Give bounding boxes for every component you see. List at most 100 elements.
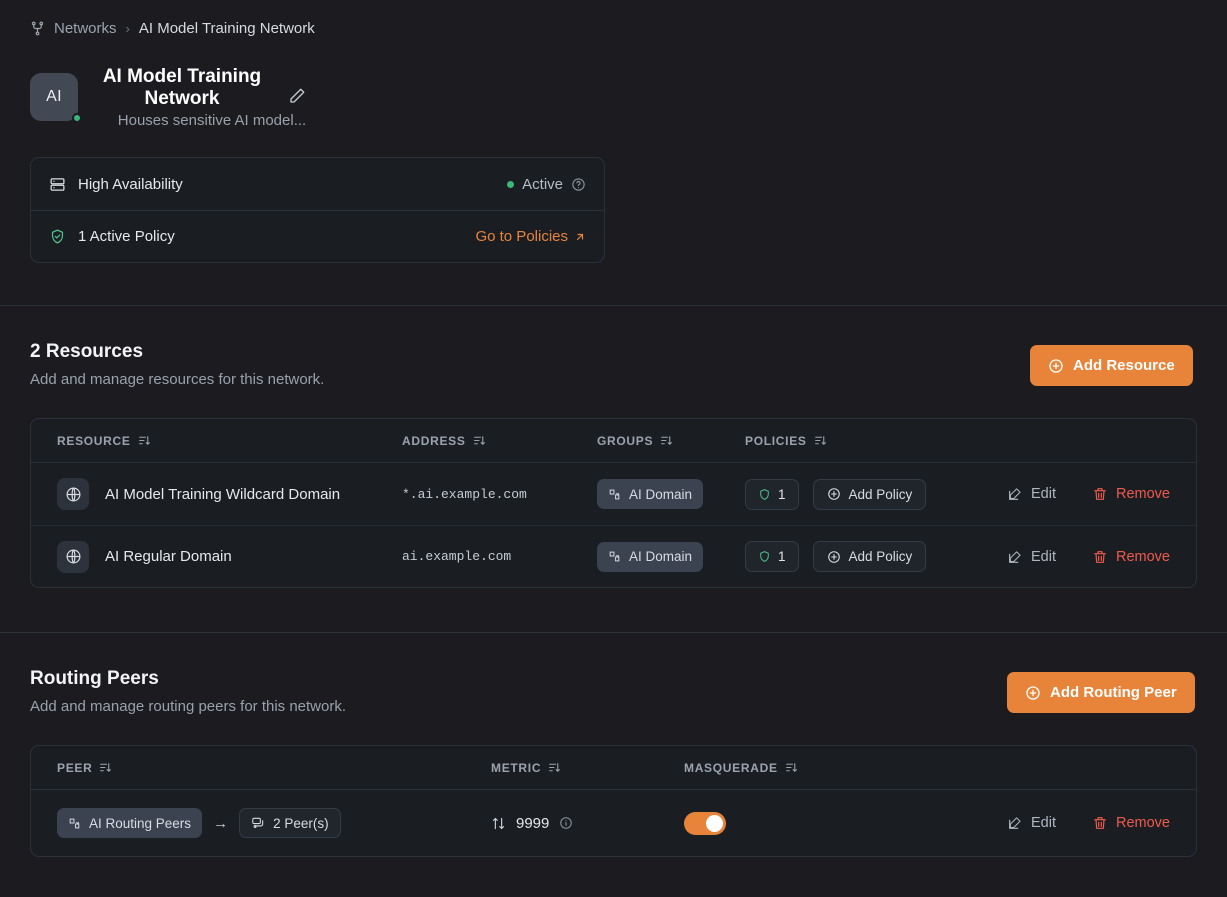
add-policy-button[interactable]: Add Policy <box>813 479 927 510</box>
table-row[interactable]: AI Routing Peers → 2 Peer(s) <box>31 790 1196 856</box>
column-address-label: ADDRESS <box>402 434 466 448</box>
resources-subtitle: Add and manage resources for this networ… <box>30 371 324 388</box>
resource-name: AI Regular Domain <box>105 548 232 565</box>
edit-label: Edit <box>1031 549 1056 565</box>
policy-count-badge[interactable]: 1 <box>745 541 799 572</box>
page-title: AI Model Training Network <box>92 66 272 110</box>
globe-icon <box>57 541 89 573</box>
table-row[interactable]: AI Model Training Wildcard Domain *.ai.e… <box>31 463 1196 525</box>
remove-label: Remove <box>1116 815 1170 831</box>
group-icon <box>608 488 621 501</box>
column-masquerade[interactable]: MASQUERADE <box>684 761 798 775</box>
go-to-policies-link[interactable]: Go to Policies <box>475 228 586 245</box>
high-availability-label: High Availability <box>78 176 183 193</box>
go-to-policies-label: Go to Policies <box>475 228 568 245</box>
divider-top <box>0 305 1227 306</box>
network-fork-icon <box>30 21 45 36</box>
routing-peers-table: PEER METRIC MASQUERADE <box>30 745 1197 857</box>
column-policies[interactable]: POLICIES <box>745 434 827 448</box>
table-row[interactable]: AI Regular Domain ai.example.com AI Doma… <box>31 525 1196 587</box>
peer-group-chip[interactable]: AI Routing Peers <box>57 808 202 838</box>
sort-desc-icon <box>99 761 112 774</box>
edit-label: Edit <box>1031 815 1056 831</box>
active-status-text: Active <box>522 176 563 193</box>
arrow-right-icon: → <box>213 815 228 832</box>
column-groups[interactable]: GROUPS <box>597 434 745 448</box>
column-metric[interactable]: METRIC <box>491 761 684 775</box>
remove-resource-button[interactable]: Remove <box>1092 486 1170 502</box>
group-chip[interactable]: AI Domain <box>597 479 703 509</box>
active-status-dot <box>507 181 514 188</box>
remove-routing-peer-button[interactable]: Remove <box>1092 815 1170 831</box>
info-circle-icon[interactable] <box>559 816 573 830</box>
column-masquerade-label: MASQUERADE <box>684 761 778 775</box>
arrow-up-right-icon <box>574 231 586 243</box>
resources-title: 2 Resources <box>30 341 324 363</box>
add-policy-label: Add Policy <box>849 549 913 564</box>
policy-count-badge[interactable]: 1 <box>745 479 799 510</box>
resource-address: *.ai.example.com <box>402 487 527 502</box>
pencil-icon[interactable] <box>288 87 306 105</box>
trash-icon <box>1092 486 1108 502</box>
sort-desc-icon <box>548 761 561 774</box>
resource-address: ai.example.com <box>402 549 511 564</box>
resources-table-header: RESOURCE ADDRESS GROUPS <box>31 419 1196 463</box>
column-peer[interactable]: PEER <box>57 761 491 775</box>
add-policy-button[interactable]: Add Policy <box>813 541 927 572</box>
routing-peers-subtitle: Add and manage routing peers for this ne… <box>30 698 346 715</box>
routing-peers-section-header: Routing Peers Add and manage routing pee… <box>30 668 346 715</box>
peer-count-chip[interactable]: 2 Peer(s) <box>239 808 341 838</box>
globe-icon <box>57 478 89 510</box>
plus-circle-icon <box>1025 685 1041 701</box>
network-description: Houses sensitive AI model... <box>92 112 332 129</box>
active-policy-label: 1 Active Policy <box>78 228 175 245</box>
column-peer-label: PEER <box>57 761 92 775</box>
breadcrumb-link-networks[interactable]: Networks <box>54 20 117 37</box>
column-resource[interactable]: RESOURCE <box>57 434 402 448</box>
high-availability-row: High Availability Active <box>31 158 604 210</box>
group-chip[interactable]: AI Domain <box>597 542 703 572</box>
remove-label: Remove <box>1116 486 1170 502</box>
help-circle-icon[interactable] <box>571 177 586 192</box>
status-dot-online <box>72 113 82 123</box>
network-info-card: High Availability Active 1 Acti <box>30 157 605 263</box>
edit-resource-button[interactable]: Edit <box>1007 486 1056 502</box>
remove-label: Remove <box>1116 549 1170 565</box>
column-groups-label: GROUPS <box>597 434 653 448</box>
masquerade-toggle[interactable] <box>684 812 726 835</box>
add-routing-peer-button[interactable]: Add Routing Peer <box>1007 672 1195 713</box>
divider-bottom <box>0 632 1227 633</box>
breadcrumb-current: AI Model Training Network <box>139 20 315 37</box>
active-policy-row: 1 Active Policy Go to Policies <box>31 210 604 262</box>
shield-check-icon <box>49 228 66 245</box>
sort-desc-icon <box>785 761 798 774</box>
peers-icon <box>251 816 265 830</box>
edit-resource-button[interactable]: Edit <box>1007 549 1056 565</box>
group-icon <box>68 817 81 830</box>
avatar: AI <box>30 73 78 121</box>
trash-icon <box>1092 815 1108 831</box>
metric-value: 9999 <box>516 815 549 832</box>
column-resource-label: RESOURCE <box>57 434 131 448</box>
resources-section-header: 2 Resources Add and manage resources for… <box>30 341 324 388</box>
pencil-square-icon <box>1007 486 1023 502</box>
policy-count-value: 1 <box>778 487 786 502</box>
routing-peers-table-header: PEER METRIC MASQUERADE <box>31 746 1196 790</box>
group-icon <box>608 550 621 563</box>
avatar-initials: AI <box>30 73 78 121</box>
column-address[interactable]: ADDRESS <box>402 434 597 448</box>
sort-desc-icon <box>138 434 151 447</box>
remove-resource-button[interactable]: Remove <box>1092 549 1170 565</box>
sort-desc-icon <box>473 434 486 447</box>
column-policies-label: POLICIES <box>745 434 807 448</box>
sort-desc-icon <box>660 434 673 447</box>
add-policy-label: Add Policy <box>849 487 913 502</box>
breadcrumb: Networks › AI Model Training Network <box>30 20 315 37</box>
edit-routing-peer-button[interactable]: Edit <box>1007 815 1056 831</box>
server-icon <box>49 176 66 193</box>
updown-arrows-icon <box>491 816 506 831</box>
add-resource-button[interactable]: Add Resource <box>1030 345 1193 386</box>
add-resource-label: Add Resource <box>1073 357 1175 374</box>
network-header: AI AI Model Training Network Houses sens… <box>30 66 332 129</box>
breadcrumb-separator: › <box>126 21 130 36</box>
